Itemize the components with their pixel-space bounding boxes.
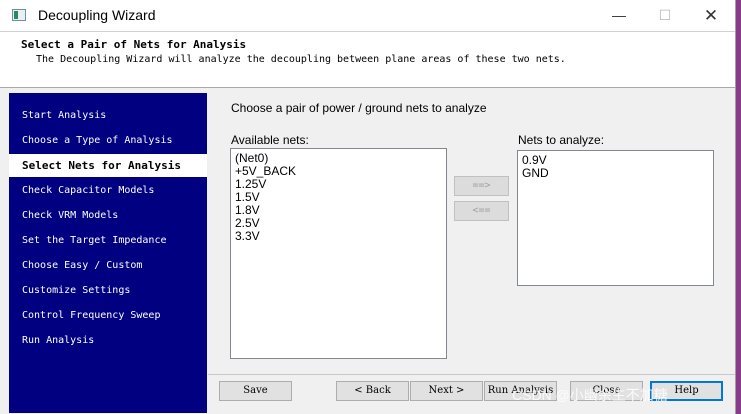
step-check-vrm-models[interactable]: Check VRM Models <box>9 204 207 227</box>
remove-net-button[interactable]: <== <box>454 201 509 221</box>
maximize-button[interactable]: ☐ <box>642 0 688 31</box>
list-item[interactable]: 3.3V <box>231 230 446 243</box>
back-button[interactable]: < Back <box>336 381 409 401</box>
list-item[interactable]: GND <box>518 167 713 180</box>
list-item[interactable]: 1.5V <box>231 191 446 204</box>
list-item[interactable]: 1.8V <box>231 204 446 217</box>
available-nets-list[interactable]: (Net0) +5V_BACK 1.25V 1.5V 1.8V 2.5V 3.3… <box>230 148 447 359</box>
nets-to-analyze-label: Nets to analyze: <box>518 133 605 147</box>
list-item[interactable]: 2.5V <box>231 217 446 230</box>
close-window-button[interactable]: ✕ <box>688 0 734 31</box>
step-run-analysis[interactable]: Run Analysis <box>9 329 207 352</box>
wizard-steps-sidebar: Start Analysis Choose a Type of Analysis… <box>9 93 207 413</box>
minimize-button[interactable]: — <box>596 0 642 31</box>
app-icon <box>12 9 26 21</box>
instruction-text: Choose a pair of power / ground nets to … <box>231 101 487 115</box>
step-customize-settings[interactable]: Customize Settings <box>9 279 207 302</box>
title-bar: Decoupling Wizard — ☐ ✕ <box>0 0 735 31</box>
step-choose-type[interactable]: Choose a Type of Analysis <box>9 129 207 152</box>
step-description: The Decoupling Wizard will analyze the d… <box>36 54 566 65</box>
window-title: Decoupling Wizard <box>38 7 156 23</box>
save-button[interactable]: Save <box>219 381 292 401</box>
list-item[interactable]: 1.25V <box>231 178 446 191</box>
watermark-text: CSDN @小幽余生不加糖 <box>512 387 668 403</box>
available-nets-label: Available nets: <box>231 133 309 147</box>
nets-to-analyze-list[interactable]: 0.9V GND <box>517 150 714 286</box>
step-set-target-impedance[interactable]: Set the Target Impedance <box>9 229 207 252</box>
step-control-frequency-sweep[interactable]: Control Frequency Sweep <box>9 304 207 327</box>
step-heading: Select a Pair of Nets for Analysis <box>21 38 247 51</box>
next-button[interactable]: Next > <box>410 381 483 401</box>
decoupling-wizard-window: Decoupling Wizard — ☐ ✕ Select a Pair of… <box>0 0 736 414</box>
wizard-header: Select a Pair of Nets for Analysis The D… <box>0 31 735 88</box>
footer-divider <box>208 374 735 375</box>
step-select-nets[interactable]: Select Nets for Analysis <box>9 154 207 177</box>
step-choose-easy-custom[interactable]: Choose Easy / Custom <box>9 254 207 277</box>
step-start-analysis[interactable]: Start Analysis <box>9 104 207 127</box>
step-check-capacitor-models[interactable]: Check Capacitor Models <box>9 179 207 202</box>
add-net-button[interactable]: ==> <box>454 176 509 196</box>
